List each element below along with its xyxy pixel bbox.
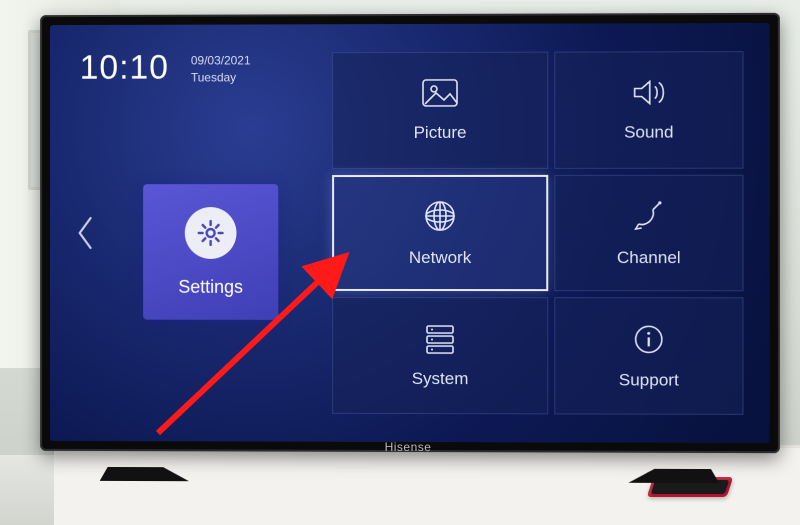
tile-system[interactable]: System [332,297,548,414]
tile-channel[interactable]: Channel [554,174,743,291]
settings-grid: Picture Sound [328,23,770,443]
tile-sound-label: Sound [624,123,674,143]
gear-icon [185,207,237,259]
tile-support-label: Support [619,370,679,390]
tile-network[interactable]: Network [332,175,548,292]
tile-support[interactable]: Support [554,297,743,414]
tile-network-label: Network [409,248,471,268]
clock-time: 10:10 [80,49,169,88]
tile-picture[interactable]: Picture [332,52,548,169]
globe-icon [422,198,458,234]
tile-system-label: System [412,369,469,389]
tile-sound[interactable]: Sound [554,51,743,168]
sidebar-settings-tile[interactable]: Settings [143,184,278,320]
picture-icon [420,77,460,109]
tv-frame: 10:10 09/03/2021 Tuesday [40,13,780,453]
sidebar-settings-label: Settings [178,276,243,297]
nav-back-button[interactable] [72,210,100,256]
chevron-left-icon [76,215,96,251]
tv-screen: 10:10 09/03/2021 Tuesday [50,23,770,443]
clock-weekday: Tuesday [191,69,251,86]
info-icon [632,322,666,356]
clock-date-block: 09/03/2021 Tuesday [191,52,251,86]
server-icon [423,323,457,355]
satellite-icon [631,198,667,234]
clock-date: 09/03/2021 [191,52,251,69]
tile-picture-label: Picture [414,123,467,143]
tile-channel-label: Channel [617,248,681,268]
tv-brand-label: Hisense [385,440,432,454]
sound-icon [629,77,669,109]
